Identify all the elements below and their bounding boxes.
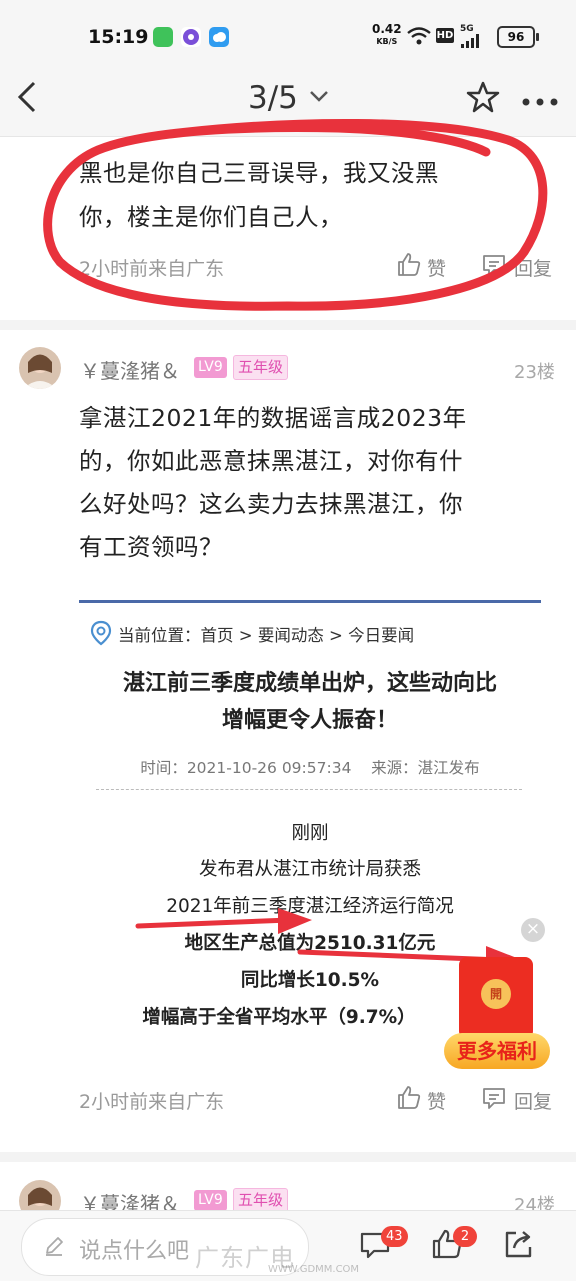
article-paragraph: 发布君从湛江市统计局获悉: [198, 859, 421, 880]
level-badge: LV9: [194, 1190, 227, 1211]
reply-button[interactable]: 回复: [514, 1087, 552, 1114]
weather-app-icon: [209, 27, 229, 47]
comment-input-placeholder: 说点什么吧: [79, 1239, 190, 1264]
chat-app-icon: [153, 27, 173, 47]
reply-icon[interactable]: [481, 1085, 507, 1115]
thumbs-up-icon[interactable]: [396, 1084, 422, 1114]
section-divider: [0, 1152, 576, 1162]
chevron-down-icon[interactable]: [309, 88, 329, 107]
comment-meta: 2小时前来自广东: [79, 1091, 225, 1113]
wifi-icon: [407, 27, 431, 49]
comment-text-line: 的，你如此恶意抹黑湛江，对你有什: [79, 447, 463, 475]
article-dashed-divider: [96, 789, 522, 790]
article-title: 湛江前三季度成绩单出炉，这些动向比 增幅更令人振奋！: [122, 671, 497, 733]
comment-text-line: 有工资领吗？: [79, 533, 223, 561]
level-badge: LV9: [194, 357, 227, 378]
signal-icon: [461, 33, 487, 52]
share-icon[interactable]: [502, 1228, 534, 1264]
status-time: 15:19: [88, 26, 149, 48]
pencil-icon: [43, 1235, 65, 1261]
article-breadcrumb: 当前位置：首页 > 要闻动态 > 今日要闻: [118, 626, 415, 645]
like-button[interactable]: 赞: [427, 1087, 446, 1114]
more-icon[interactable]: [521, 92, 559, 111]
watermark-url: WWW.GDMM.COM: [268, 1264, 360, 1275]
floor-number: 23楼: [514, 362, 555, 383]
article-meta: 时间：2021-10-26 09:57:34 来源：湛江发布: [140, 759, 480, 777]
comment-text-line: 么好处吗？这么卖力去抹黑湛江，你: [79, 490, 463, 518]
battery-icon: 96: [497, 26, 539, 48]
article-paragraph: 增幅高于全省平均水平（9.7%）: [142, 1007, 416, 1028]
hd-icon: HD: [436, 28, 454, 43]
back-arrow-icon[interactable]: [16, 81, 38, 117]
article-top-rule: [79, 600, 541, 603]
comment-text-line: 拿湛江2021年的数据谣言成2023年: [79, 404, 467, 432]
red-packet-icon[interactable]: 開: [459, 957, 533, 1039]
comment-count-badge: 43: [381, 1226, 408, 1247]
username[interactable]: ￥蔓湰猪＆: [80, 355, 180, 384]
like-count-badge: 2: [453, 1226, 477, 1247]
grade-badge: 五年级: [233, 355, 289, 380]
location-pin-icon: [90, 620, 112, 650]
article-paragraph: 刚刚: [291, 823, 329, 844]
more-welfare-button[interactable]: 更多福利: [444, 1033, 550, 1069]
network-speed: 0.42 KB/S: [372, 22, 402, 46]
annotation-ellipse: [43, 118, 548, 311]
close-ad-icon[interactable]: ×: [521, 918, 545, 942]
podcast-app-icon: [181, 27, 201, 47]
avatar[interactable]: [19, 347, 61, 389]
page-indicator[interactable]: 3/5: [248, 80, 298, 116]
section-divider: [0, 320, 576, 330]
status-bar: [0, 0, 576, 70]
